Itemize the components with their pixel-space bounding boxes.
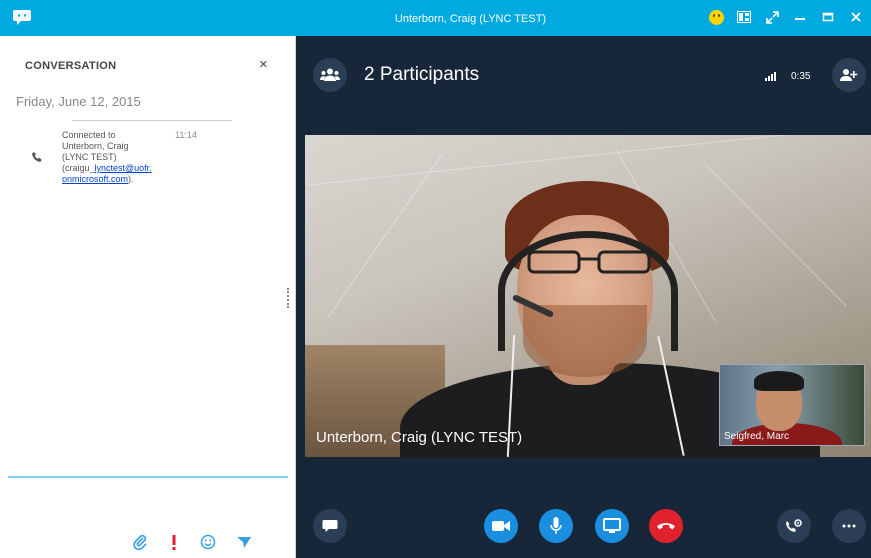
mute-button[interactable] bbox=[539, 509, 573, 543]
exclamation-icon[interactable] bbox=[166, 534, 182, 550]
hangup-button[interactable] bbox=[649, 509, 683, 543]
more-options-button[interactable] bbox=[832, 509, 866, 543]
message-line: (LYNC TEST) bbox=[62, 152, 117, 162]
layout-icon[interactable] bbox=[735, 8, 753, 26]
close-icon[interactable] bbox=[847, 8, 865, 26]
maximize-icon[interactable] bbox=[819, 8, 837, 26]
conversation-heading: CONVERSATION bbox=[25, 60, 117, 72]
hangup-icon bbox=[657, 523, 675, 530]
expand-icon[interactable] bbox=[763, 8, 781, 26]
add-person-icon bbox=[840, 69, 858, 81]
more-icon bbox=[842, 524, 856, 528]
minimize-icon[interactable] bbox=[791, 8, 809, 26]
monitor-icon bbox=[603, 518, 621, 533]
paperclip-icon[interactable] bbox=[132, 534, 148, 550]
signal-icon bbox=[765, 72, 776, 81]
smiley-icon[interactable] bbox=[707, 8, 725, 26]
self-view-video[interactable]: Seigfred, Marc bbox=[719, 364, 865, 446]
message-time: 11:14 bbox=[175, 130, 197, 140]
message-connected: Connected to Unterborn, Craig (LYNC TEST… bbox=[62, 130, 182, 185]
video-button[interactable] bbox=[484, 509, 518, 543]
send-icon[interactable] bbox=[236, 534, 252, 550]
chat-icon bbox=[322, 520, 338, 532]
call-duration: 0:35 bbox=[791, 71, 811, 82]
message-line: Unterborn, Craig bbox=[62, 141, 129, 151]
conversation-pane: CONVERSATION × Friday, June 12, 2015 Con… bbox=[0, 36, 296, 558]
email-link-domain[interactable]: onmicrosoft.com bbox=[62, 174, 128, 184]
add-participant-button[interactable] bbox=[832, 58, 866, 92]
people-icon bbox=[320, 68, 340, 81]
close-conversation-button[interactable]: × bbox=[259, 56, 268, 73]
present-button[interactable] bbox=[595, 509, 629, 543]
participants-count: 2 Participants bbox=[364, 64, 480, 85]
main-video-name: Unterborn, Craig (LYNC TEST) bbox=[316, 429, 523, 446]
microphone-icon bbox=[550, 517, 562, 534]
email-prefix: (craigu_ bbox=[62, 163, 95, 173]
email-link[interactable]: lynctest@uofr. bbox=[95, 163, 152, 173]
call-pane: 2 Participants 0:35 Unterborn, Craig (LY… bbox=[297, 36, 871, 558]
chat-button[interactable] bbox=[313, 509, 347, 543]
message-input[interactable] bbox=[8, 476, 288, 478]
phone-icon bbox=[32, 152, 42, 162]
email-suffix: ). bbox=[128, 174, 134, 184]
emoticon-icon[interactable] bbox=[200, 534, 216, 550]
video-camera-icon bbox=[492, 521, 510, 531]
conversation-date: Friday, June 12, 2015 bbox=[16, 94, 141, 109]
participants-button[interactable] bbox=[313, 58, 347, 92]
self-view-name: Seigfred, Marc bbox=[724, 431, 790, 442]
title-bar: Unterborn, Craig (LYNC TEST) bbox=[0, 0, 871, 36]
pane-resize-handle[interactable] bbox=[287, 288, 290, 308]
call-controls-button[interactable] bbox=[777, 509, 811, 543]
date-divider bbox=[72, 120, 232, 121]
phone-settings-icon bbox=[786, 519, 802, 532]
headset bbox=[498, 231, 678, 351]
message-line: Connected to bbox=[62, 130, 116, 140]
